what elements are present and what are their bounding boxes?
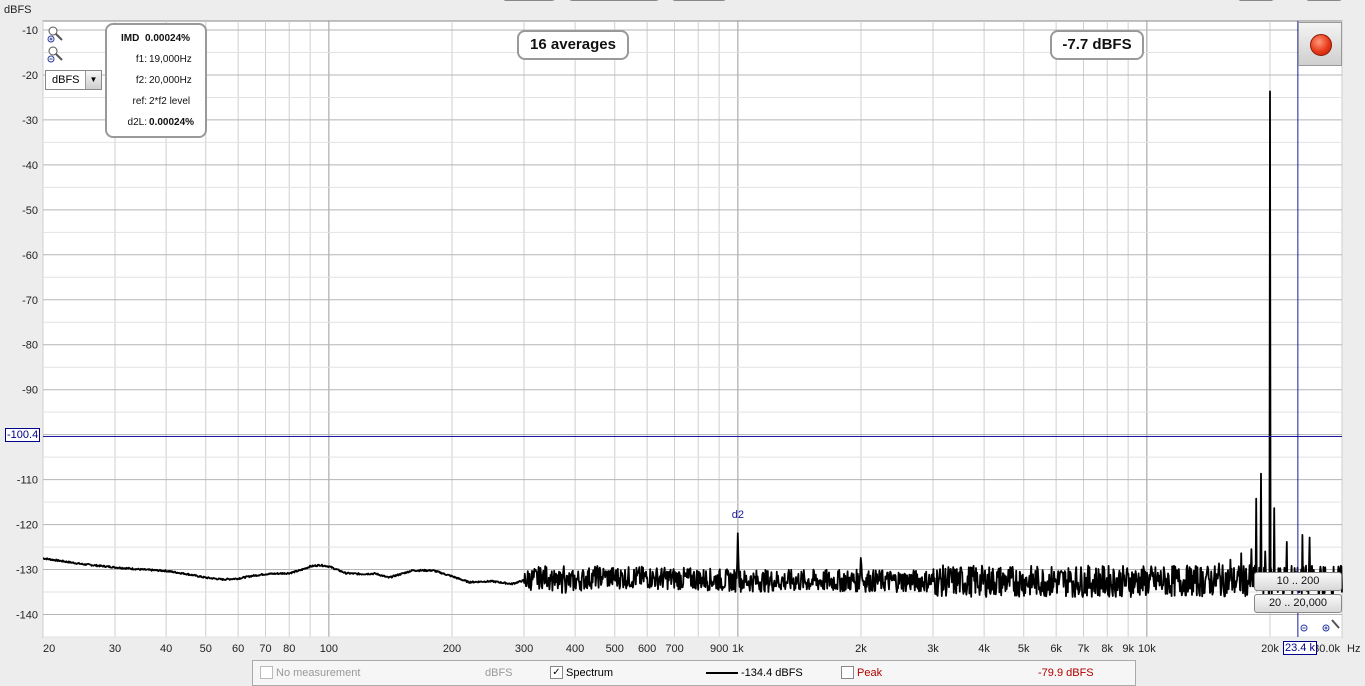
record-icon <box>1310 34 1332 56</box>
peak-checkbox[interactable] <box>841 666 854 679</box>
imd-value: 0.00024% <box>145 33 191 44</box>
bottom-zoom-controls[interactable] <box>1299 612 1343 634</box>
no-measurement-checkbox[interactable] <box>260 666 273 679</box>
y-tick-label: -130 <box>16 565 38 577</box>
y-range-button[interactable]: 20 .. 20,000 <box>1254 594 1342 613</box>
x-tick-label: 60 <box>232 643 244 655</box>
cursor-x-readout: 23.4 k <box>1283 641 1317 655</box>
y-tick-label: -90 <box>22 385 38 397</box>
x-tick-label: 4k <box>978 643 990 655</box>
y-tick-label: -30 <box>22 115 38 127</box>
y-tick-label: -20 <box>22 70 38 82</box>
x-tick-label: 5k <box>1018 643 1030 655</box>
peak-value: -79.9 dBFS <box>1038 667 1094 679</box>
y-tick-labels: -10 -20 -30 -40 -50 -60 -70 -80 -90 -110 -120 -130 -… <box>16 25 38 622</box>
spectrum-value: -134.4 dBFS <box>741 667 803 679</box>
info-row-f2: f2: 20,000Hz <box>107 75 207 88</box>
x-tick-label: 700 <box>665 643 683 655</box>
unit-select[interactable]: dBFS ▼ <box>45 70 102 90</box>
y-tick-label: -80 <box>22 340 38 352</box>
y-tick-label: -40 <box>22 160 38 172</box>
x-tick-label: 20 <box>43 643 55 655</box>
info-key: f1: <box>135 54 147 65</box>
x-tick-label: 10k <box>1138 643 1156 655</box>
record-button[interactable] <box>1298 22 1342 66</box>
info-key: ref: <box>132 96 147 107</box>
cursor-y-readout: -100.4 <box>5 428 41 442</box>
x-tick-label: 900 <box>710 643 728 655</box>
y-tick-label: -60 <box>22 250 38 262</box>
x-tick-labels: 20 30 40 50 60 70 80 100 200 300 400 500 600 700 900 1k… <box>43 643 1340 655</box>
x-tick-label: 9k <box>1122 643 1134 655</box>
zoom-out-icon[interactable] <box>47 45 65 63</box>
x-tick-label: 400 <box>566 643 584 655</box>
info-value: 2*f2 level <box>149 96 191 107</box>
no-measurement-label: No measurement <box>276 667 361 679</box>
unit-select-value: dBFS <box>52 74 80 86</box>
x-tick-label: 50 <box>200 643 212 655</box>
info-value: 19,000Hz <box>149 54 192 65</box>
info-row-ref: ref: 2*f2 level <box>107 96 207 109</box>
x-tick-label: 200 <box>443 643 461 655</box>
peak-label: Peak <box>857 667 883 679</box>
spectrum-line-swatch <box>706 672 738 674</box>
x-tick-label: 6k <box>1050 643 1062 655</box>
x-tick-label: 40 <box>160 643 172 655</box>
averages-badge: 16 averages <box>517 30 629 60</box>
x-tick-label: 8k <box>1101 643 1113 655</box>
y-tick-label: -120 <box>16 520 38 532</box>
y-tick-label: -70 <box>22 295 38 307</box>
x-tick-label: 20k <box>1261 643 1279 655</box>
zoom-in-icon[interactable] <box>47 25 65 43</box>
x-tick-label: 7k <box>1078 643 1090 655</box>
x-tick-label: 600 <box>638 643 656 655</box>
imd-label: IMD <box>121 33 140 44</box>
x-tick-label: 300 <box>515 643 533 655</box>
no-measurement-unit: dBFS <box>485 667 513 679</box>
legend-bar: No measurement dBFS ✓ Spectrum -134.4 dB… <box>252 660 1136 686</box>
x-tick-label: 500 <box>606 643 624 655</box>
x-range-button[interactable]: 10 .. 200 <box>1254 572 1342 591</box>
level-badge: -7.7 dBFS <box>1050 30 1144 60</box>
y-tick-label: -110 <box>17 475 38 487</box>
chevron-down-icon[interactable]: ▼ <box>85 71 101 89</box>
x-tick-label: 30.0k <box>1313 643 1340 655</box>
info-value: 0.00024% <box>149 117 195 128</box>
info-key: f2: <box>135 75 147 86</box>
info-row-f1: f1: 19,000Hz <box>107 54 207 67</box>
y-axis-unit: dBFS <box>4 4 32 16</box>
d2-annotation: d2 <box>732 509 744 521</box>
x-tick-label: 100 <box>320 643 338 655</box>
x-axis-unit: Hz <box>1347 643 1360 655</box>
x-tick-label: 70 <box>259 643 271 655</box>
x-tick-label: 3k <box>927 643 939 655</box>
info-row-d2l: d2L: 0.00024% <box>107 117 207 130</box>
spectrum-label: Spectrum <box>566 667 614 679</box>
imd-row: IMD 0.00024% <box>107 33 207 46</box>
y-tick-label: -50 <box>22 205 38 217</box>
x-tick-label: 30 <box>109 643 121 655</box>
info-key: d2L: <box>127 117 147 128</box>
x-tick-label: 80 <box>283 643 295 655</box>
x-tick-label: 2k <box>855 643 867 655</box>
y-tick-label: -10 <box>22 25 38 37</box>
spectrum-checkbox[interactable]: ✓ <box>550 666 563 679</box>
y-tick-label: -140 <box>16 610 38 622</box>
x-tick-label: 1k <box>732 643 744 655</box>
imd-info-box: IMD 0.00024% f1: 19,000Hz f2: 20,000Hz r… <box>105 23 207 138</box>
info-value: 20,000Hz <box>149 75 192 86</box>
